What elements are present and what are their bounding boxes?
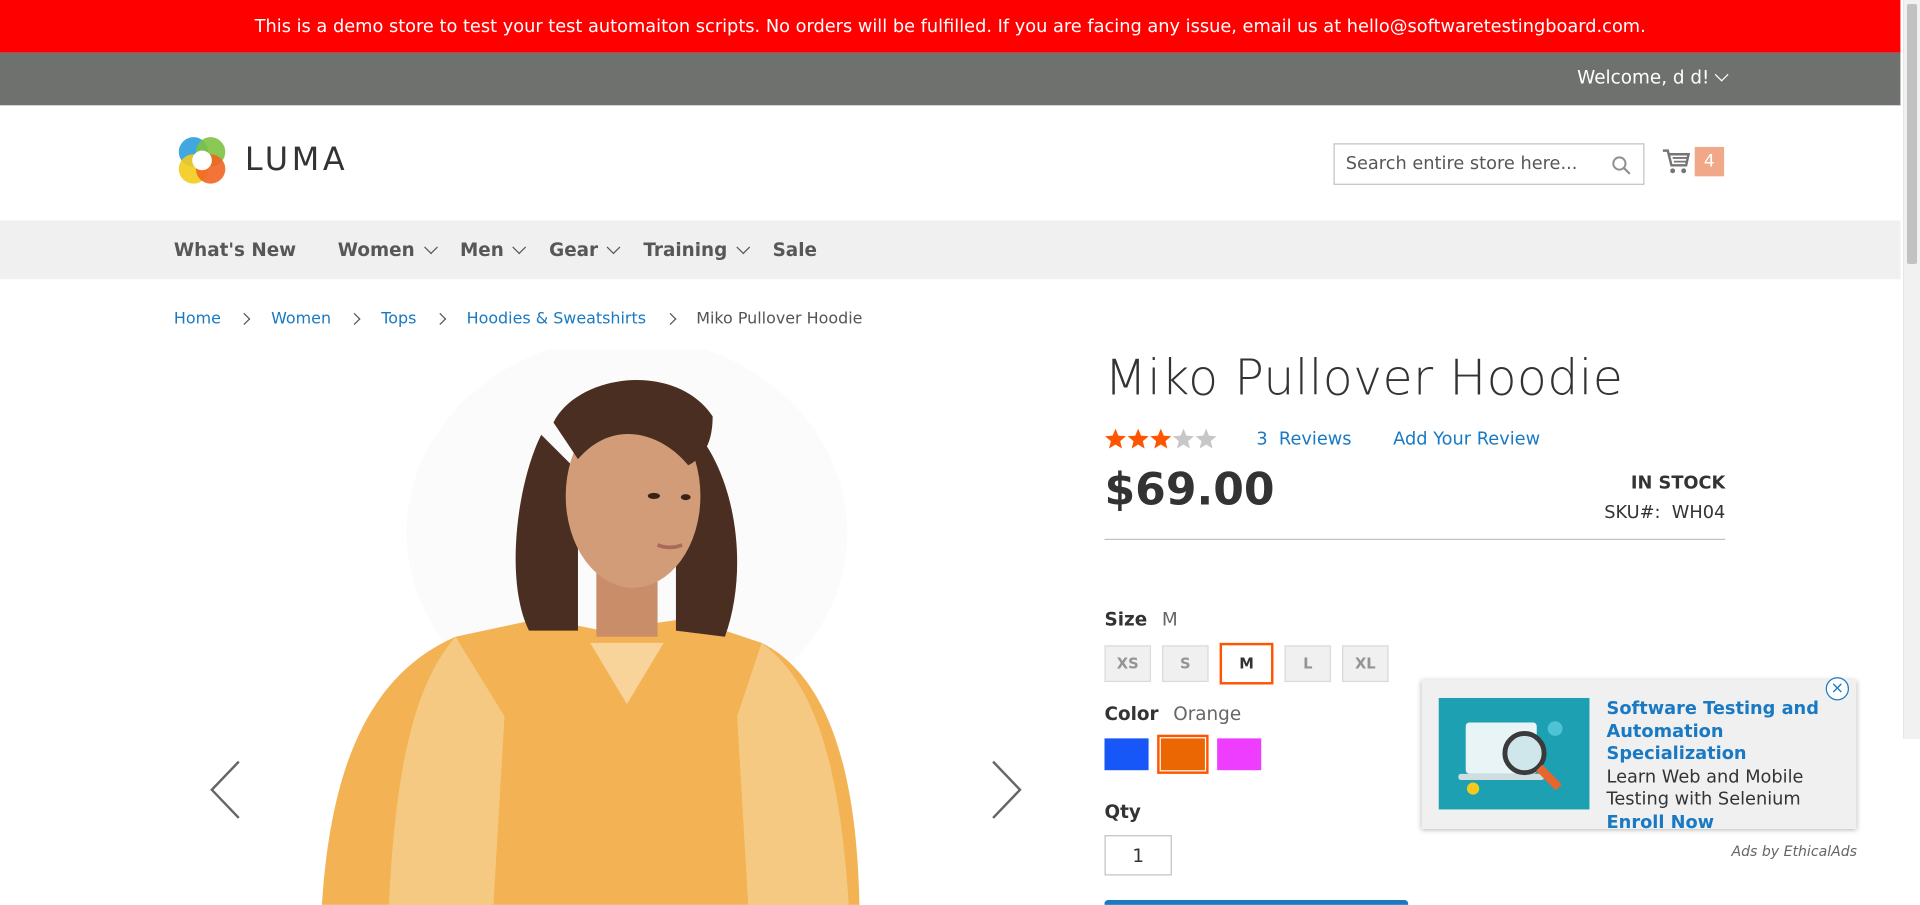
- search-box: [1333, 143, 1645, 185]
- star-icon: [1127, 428, 1149, 449]
- rating-stars-icon: [1105, 428, 1217, 449]
- product-sku: SKU#: WH04: [1604, 503, 1725, 523]
- color-selected-value: Orange: [1173, 702, 1242, 725]
- add-to-cart-button[interactable]: [1104, 900, 1409, 905]
- demo-notice: This is a demo store to test your test a…: [0, 0, 1901, 53]
- size-option-l[interactable]: L: [1284, 645, 1332, 683]
- sku-value: WH04: [1671, 503, 1726, 523]
- cart-count-badge: 4: [1694, 146, 1725, 177]
- ad-title[interactable]: Software Testing and Automation Speciali…: [1607, 699, 1819, 764]
- nav-item-sale[interactable]: Sale: [773, 239, 817, 261]
- welcome-menu[interactable]: Welcome, d d!: [1577, 66, 1729, 89]
- product-info: Miko Pullover Hoodie 3 Reviews Add Your …: [1104, 347, 1726, 905]
- ad-body: Learn Web and Mobile Testing with Seleni…: [1606, 767, 1804, 810]
- breadcrumb-hoodies[interactable]: Hoodies & Sweatshirts: [467, 310, 646, 328]
- nav-item-training[interactable]: Training: [643, 238, 751, 261]
- reviews-count: 3: [1256, 429, 1268, 450]
- color-label: Color Orange: [1104, 703, 1241, 725]
- page-scrollbar[interactable]: [1903, 0, 1920, 739]
- nav-label: Men: [459, 238, 504, 261]
- breadcrumb: Home Women Tops Hoodies & Sweatshirts Mi…: [174, 310, 863, 328]
- ad-illustration-icon: [1438, 697, 1590, 810]
- chevron-down-icon: [1714, 67, 1729, 82]
- size-label: Size M: [1104, 609, 1177, 631]
- top-bar: Welcome, d d!: [0, 52, 1901, 106]
- close-icon[interactable]: ×: [1825, 677, 1849, 701]
- color-label-text: Color: [1104, 702, 1159, 725]
- ad-text: Software Testing and Automation Speciali…: [1607, 698, 1840, 834]
- chevron-right-icon: [663, 312, 676, 326]
- breadcrumb-women[interactable]: Women: [271, 310, 331, 328]
- color-swatch-purple[interactable]: [1217, 738, 1262, 771]
- scrollbar-thumb[interactable]: [1907, 4, 1917, 264]
- stock-status: IN STOCK: [1630, 473, 1726, 494]
- page: This is a demo store to test your test a…: [0, 0, 1920, 905]
- breadcrumb-home[interactable]: Home: [174, 310, 221, 328]
- nav-label: Gear: [549, 238, 599, 261]
- minicart[interactable]: 4: [1662, 146, 1725, 177]
- welcome-text: Welcome, d d!: [1577, 66, 1710, 89]
- breadcrumb-current: Miko Pullover Hoodie: [696, 309, 863, 329]
- logo-text: LUMA: [244, 142, 349, 179]
- size-option-xl[interactable]: XL: [1342, 645, 1389, 683]
- product-title: Miko Pullover Hoodie: [1104, 350, 1624, 407]
- chevron-down-icon: [512, 239, 527, 254]
- qty-label: Qty: [1104, 800, 1141, 823]
- size-option-m[interactable]: M: [1219, 642, 1274, 685]
- size-option-xs[interactable]: XS: [1104, 645, 1152, 683]
- chevron-down-icon: [423, 239, 438, 254]
- size-options: XS S M L XL: [1104, 642, 1389, 685]
- gallery-prev-arrow-icon[interactable]: [208, 759, 242, 820]
- color-options: [1104, 734, 1262, 774]
- nav-item-whats-new[interactable]: What's New: [174, 239, 296, 261]
- chevron-down-icon: [736, 239, 751, 254]
- color-swatch-blue[interactable]: [1104, 738, 1149, 771]
- qty-input[interactable]: [1104, 835, 1172, 876]
- header: LUMA 4: [0, 105, 1900, 220]
- product-image[interactable]: [174, 348, 1038, 905]
- size-selected-value: M: [1161, 608, 1178, 631]
- size-label-text: Size: [1104, 608, 1148, 631]
- nav-item-women[interactable]: Women: [337, 238, 438, 261]
- chevron-right-icon: [434, 312, 447, 326]
- ad-cta-link[interactable]: Enroll Now: [1607, 812, 1715, 832]
- chevron-down-icon: [607, 239, 621, 254]
- divider: [1104, 538, 1726, 541]
- logo[interactable]: LUMA: [174, 132, 348, 188]
- star-icon: [1172, 428, 1194, 449]
- ads-by-ethicalads[interactable]: Ads by EthicalAds: [1731, 842, 1857, 859]
- star-icon: [1195, 428, 1217, 449]
- star-icon: [1150, 428, 1172, 449]
- breadcrumb-tops[interactable]: Tops: [381, 310, 416, 328]
- sku-label: SKU#:: [1604, 503, 1661, 523]
- color-swatch-orange[interactable]: [1157, 734, 1209, 774]
- nav-label: Women: [337, 238, 415, 261]
- search-input[interactable]: [1334, 153, 1612, 176]
- reviews-label: Reviews: [1278, 429, 1352, 450]
- product-gallery: [174, 348, 1038, 905]
- reviews-link[interactable]: 3 Reviews: [1256, 430, 1351, 450]
- chevron-right-icon: [348, 312, 361, 326]
- size-option-s[interactable]: S: [1162, 645, 1209, 683]
- nav-item-gear[interactable]: Gear: [549, 238, 621, 261]
- nav-label: Sale: [772, 238, 817, 261]
- nav-label: What's New: [173, 238, 297, 261]
- ethical-ad[interactable]: Software Testing and Automation Speciali…: [1421, 677, 1857, 832]
- product-price: $69.00: [1104, 465, 1275, 516]
- gallery-next-arrow-icon[interactable]: [989, 759, 1023, 820]
- review-summary: 3 Reviews Add Your Review: [1104, 427, 1540, 451]
- add-review-link[interactable]: Add Your Review: [1393, 430, 1540, 450]
- star-icon: [1105, 428, 1127, 449]
- chevron-right-icon: [238, 312, 251, 326]
- nav-item-men[interactable]: Men: [459, 238, 527, 261]
- main-navigation: What's New Women Men Gear Training Sale: [0, 220, 1901, 280]
- luma-logo-icon: [178, 137, 226, 184]
- cart-icon: [1662, 149, 1691, 174]
- nav-label: Training: [643, 238, 728, 261]
- search-icon[interactable]: [1611, 156, 1631, 176]
